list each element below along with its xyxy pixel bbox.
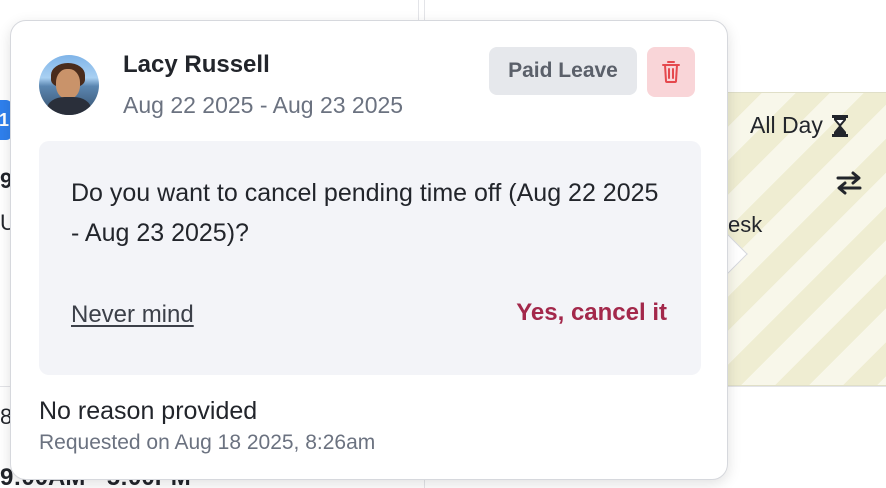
hourglass-icon bbox=[831, 114, 848, 137]
requested-timestamp: Requested on Aug 18 2025, 8:26am bbox=[39, 431, 376, 454]
calendar-grid-line bbox=[424, 480, 425, 488]
reason-text: No reason provided bbox=[39, 397, 258, 425]
cancel-confirmation: Do you want to cancel pending time off (… bbox=[39, 141, 701, 375]
all-day-indicator: All Day bbox=[750, 112, 849, 139]
swap-icon[interactable] bbox=[834, 170, 864, 196]
calendar-grid-line bbox=[728, 386, 886, 387]
employee-name: Lacy Russell bbox=[123, 51, 270, 78]
time-off-popover: Lacy Russell Aug 22 2025 - Aug 23 2025 P… bbox=[10, 20, 728, 480]
all-day-label: All Day bbox=[750, 112, 823, 138]
confirm-cancel-button[interactable]: Yes, cancel it bbox=[516, 299, 667, 327]
leave-type-badge: Paid Leave bbox=[489, 47, 637, 95]
calendar-grid-line bbox=[424, 0, 425, 20]
calendar-grid-line bbox=[0, 386, 10, 387]
confirmation-question: Do you want to cancel pending time off (… bbox=[71, 179, 659, 247]
calendar-grid-line bbox=[418, 0, 419, 20]
delete-button[interactable] bbox=[647, 47, 695, 97]
avatar bbox=[39, 55, 99, 115]
shift-position-fragment: esk bbox=[728, 212, 763, 237]
trash-icon bbox=[662, 61, 680, 83]
schedule-view: All Day esk 1 9 U 8 9:00AM - 5:00PM Lacy… bbox=[0, 0, 886, 488]
time-off-dates: Aug 22 2025 - Aug 23 2025 bbox=[123, 92, 404, 118]
never-mind-link[interactable]: Never mind bbox=[71, 301, 194, 329]
